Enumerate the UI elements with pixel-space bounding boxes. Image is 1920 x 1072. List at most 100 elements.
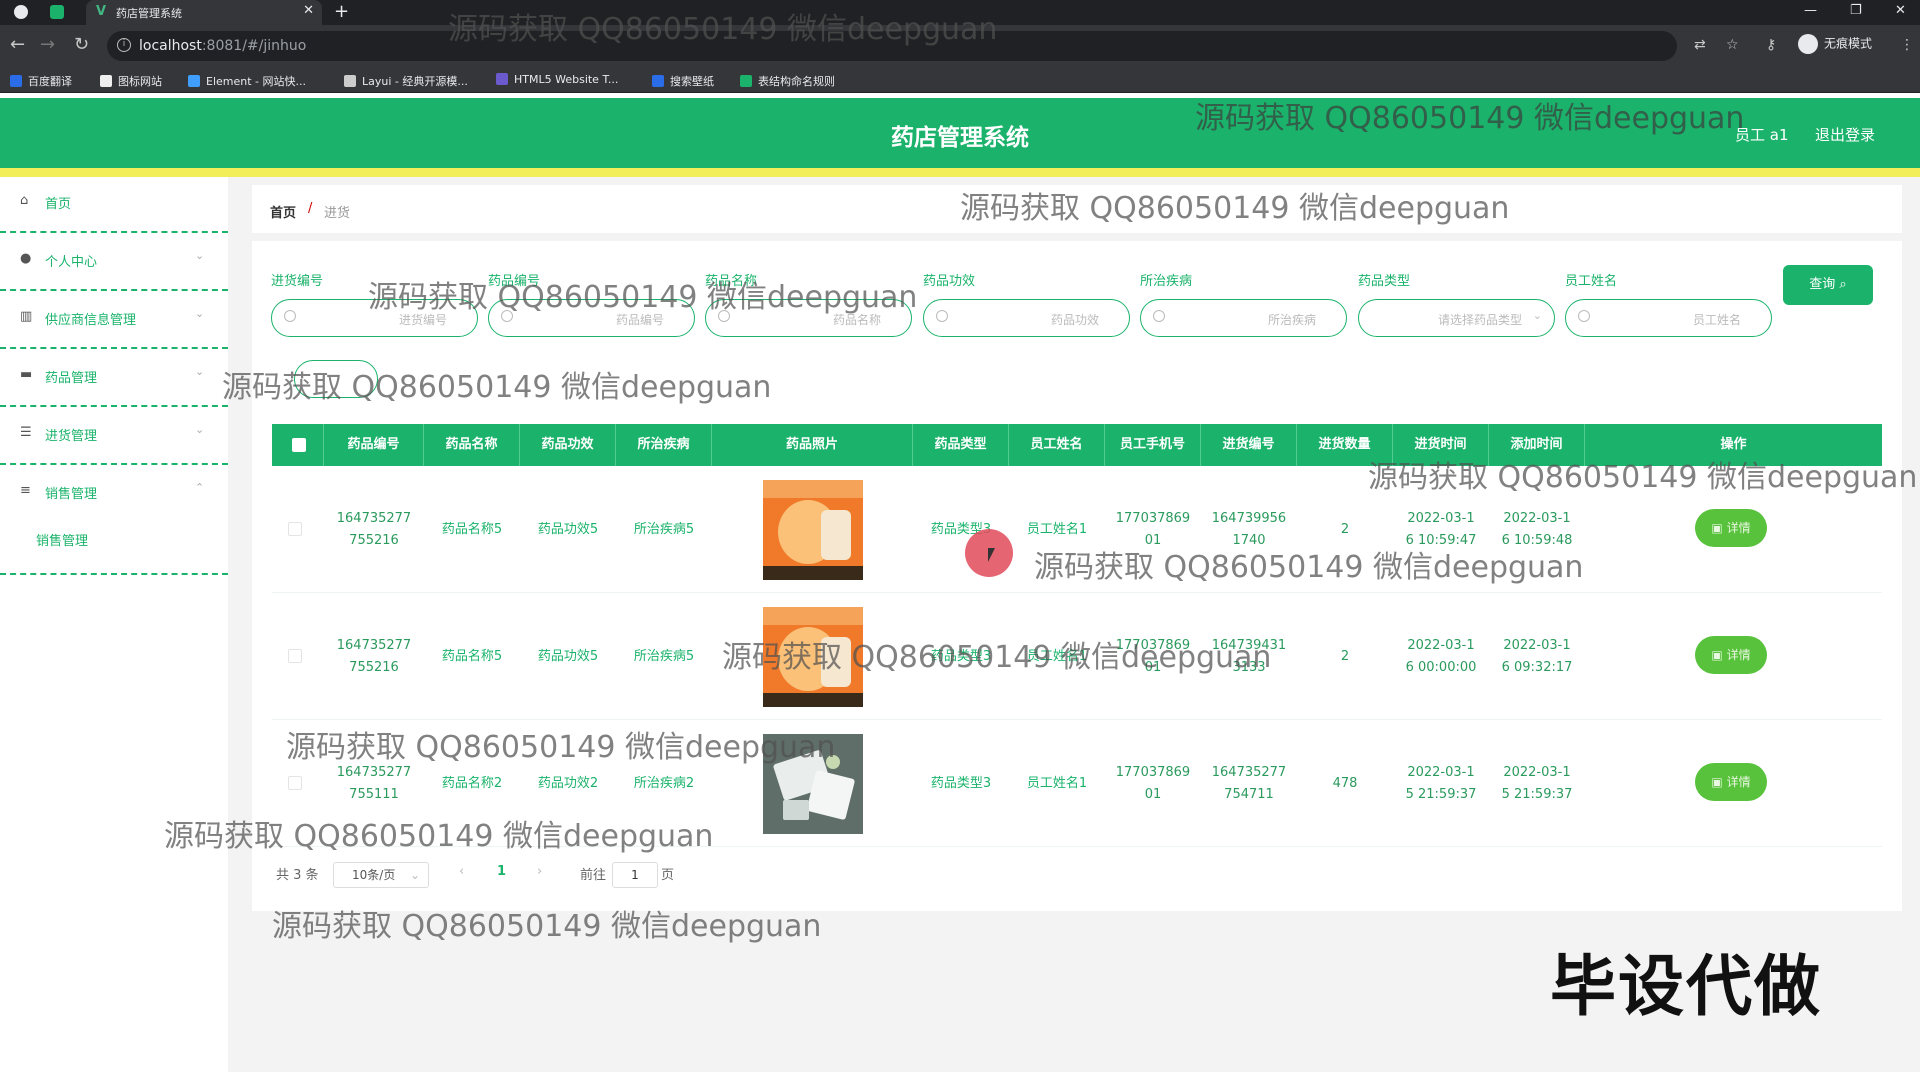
cell-code: 164735277 755111 [336, 764, 412, 802]
chevron-down-icon: ⌄ [195, 307, 205, 320]
sidebar-item-sales[interactable]: ≡ 销售管理 ⌃ 销售管理 [0, 467, 228, 575]
tab-title: 药店管理系统 [116, 7, 182, 20]
sidebar-item-home[interactable]: ⌂ 首页 [0, 177, 228, 233]
translate-icon[interactable]: ⇄ [1694, 37, 1706, 53]
browser-menu-icon[interactable]: ⋮ [1900, 37, 1914, 53]
prev-page-button[interactable]: ‹ [459, 864, 464, 879]
column-header[interactable]: 员工手机号 [1105, 424, 1201, 466]
restore-button[interactable]: ❐ [1850, 3, 1862, 18]
reload-icon[interactable]: ↻ [74, 34, 89, 55]
medicine-photo[interactable] [762, 479, 863, 580]
row-checkbox[interactable] [288, 522, 302, 536]
column-header[interactable]: 药品功效 [520, 424, 616, 466]
bookmark-item[interactable]: Layui - 经典开源模... [344, 73, 468, 89]
close-window-button[interactable]: ✕ [1895, 3, 1906, 18]
cell-purchase-time: 2022-03-1 5 21:59:37 [1405, 764, 1477, 802]
cell-code: 164735277 755216 [336, 510, 412, 548]
bookmark-item[interactable]: 图标网站 [100, 73, 162, 89]
table-row[interactable]: 164735277 755111 药品名称2 药品功效2 所治疾病2 药品类型3… [272, 720, 1882, 847]
cell-effect: 药品功效2 [537, 775, 599, 791]
bookmark-item[interactable]: 百度翻译 [10, 73, 72, 89]
cell-qty: 478 [1332, 775, 1358, 791]
table-row[interactable]: 164735277 755216 药品名称5 药品功效5 所治疾病5 药品类型3… [272, 593, 1882, 720]
chrome-menu-icon[interactable] [14, 5, 28, 19]
sidebar-item-label: 药品管理 [45, 371, 98, 386]
incognito-indicator[interactable]: 无痕模式 [1798, 34, 1872, 58]
sidebar-item-medicine[interactable]: ▬ 药品管理 ⌄ [0, 351, 228, 407]
breadcrumb-home[interactable]: 首页 [270, 202, 296, 221]
bookmark-star-icon[interactable]: ☆ [1726, 37, 1739, 53]
medicine-name-input[interactable]: 药品名称 [705, 299, 912, 337]
sidebar: ⌂ 首页 ● 个人中心 ⌄ ▥ 供应商信息管理 ⌄ ▬ 药品管理 ⌄ ☰ 进货管… [0, 177, 228, 1072]
url-input[interactable]: i localhost:8081/#/jinhuo [107, 31, 1677, 61]
bookmark-item[interactable]: 表结构命名规则 [740, 73, 835, 89]
list-icon: ☰ [20, 425, 32, 440]
sidebar-item-label: 首页 [45, 197, 72, 212]
current-user[interactable]: 员工 a1 [1735, 124, 1789, 145]
forward-icon[interactable]: → [40, 34, 55, 55]
column-header[interactable]: 药品编号 [324, 424, 424, 466]
chevron-down-icon: ⌄ [409, 868, 420, 882]
back-icon[interactable]: ← [10, 34, 25, 55]
column-header[interactable]: 进货数量 [1297, 424, 1393, 466]
medicine-photo[interactable] [762, 733, 863, 834]
goto-label: 前往 [580, 868, 607, 883]
select-all-checkbox[interactable] [292, 438, 306, 452]
bookmark-item[interactable]: Element - 网站快... [188, 73, 306, 89]
detail-button[interactable]: ▣ 详情 [1695, 763, 1767, 801]
cell-employee: 员工姓名1 [1026, 648, 1088, 664]
type-select[interactable]: 请选择药品类型 ⌄ [1358, 299, 1555, 337]
logout-button[interactable]: 退出登录 [1815, 124, 1875, 145]
query-button[interactable]: 查询 ⌕ [1783, 265, 1873, 305]
browser-tab-active[interactable]: V 药店管理系统 ✕ [86, 0, 322, 25]
key-icon[interactable]: ⚷ [1766, 37, 1776, 53]
action-pill-button[interactable] [294, 360, 378, 398]
new-tab-button[interactable]: + [334, 1, 349, 22]
pagination-total: 共 3 条 [276, 868, 319, 883]
browser-tab-bar: V 药店管理系统 ✕ + — ❐ ✕ [0, 0, 1920, 25]
cell-name: 药品名称2 [441, 775, 503, 791]
sidebar-item-profile[interactable]: ● 个人中心 ⌄ [0, 235, 228, 291]
search-icon [501, 310, 513, 322]
mouse-cursor-icon [988, 548, 995, 562]
column-header[interactable]: 添加时间 [1489, 424, 1585, 466]
cell-purchase-no: 164735277 754711 [1211, 764, 1287, 802]
page-size-select[interactable]: 10条/页 ⌄ [333, 862, 429, 888]
page-number-current[interactable]: 1 [497, 864, 506, 879]
column-header[interactable]: 药品类型 [913, 424, 1009, 466]
tab-close-icon[interactable]: ✕ [303, 3, 314, 18]
employee-name-input[interactable]: 员工姓名 [1565, 299, 1772, 337]
url-path: :8081/#/jinhuo [201, 38, 307, 54]
column-header[interactable]: 进货时间 [1393, 424, 1489, 466]
minimize-button[interactable]: — [1804, 3, 1817, 18]
goto-page-input[interactable]: 1 [612, 862, 658, 888]
disease-input[interactable]: 所治疾病 [1140, 299, 1347, 337]
column-header[interactable]: 药品名称 [424, 424, 520, 466]
medicine-photo[interactable] [762, 606, 863, 707]
pinned-tab-icon[interactable] [50, 5, 64, 19]
bookmark-item[interactable]: 搜索壁纸 [652, 73, 714, 89]
detail-button[interactable]: ▣ 详情 [1695, 509, 1767, 547]
sidebar-item-supplier[interactable]: ▥ 供应商信息管理 ⌄ [0, 293, 228, 349]
cell-purchase-time: 2022-03-1 6 10:59:47 [1405, 510, 1477, 548]
column-header[interactable]: 药品照片 [712, 424, 913, 466]
site-info-icon[interactable]: i [117, 38, 131, 52]
table-row[interactable]: 164735277 755216 药品名称5 药品功效5 所治疾病5 药品类型3… [272, 466, 1882, 593]
row-checkbox[interactable] [288, 649, 302, 663]
next-page-button[interactable]: › [537, 864, 542, 879]
cell-code: 164735277 755216 [336, 637, 412, 675]
column-header[interactable]: 所治疾病 [616, 424, 712, 466]
monitor-icon: ▬ [20, 367, 33, 382]
bookmark-favicon-icon [10, 75, 22, 87]
medicine-no-input[interactable]: 药品编号 [488, 299, 695, 337]
bookmark-item[interactable]: HTML5 Website T... [496, 73, 618, 86]
sidebar-item-purchase[interactable]: ☰ 进货管理 ⌄ [0, 409, 228, 465]
cell-qty: 2 [1340, 648, 1350, 664]
column-header[interactable]: 员工姓名 [1009, 424, 1105, 466]
column-header[interactable]: 进货编号 [1201, 424, 1297, 466]
purchase-no-input[interactable]: 进货编号 [271, 299, 478, 337]
detail-button[interactable]: ▣ 详情 [1695, 636, 1767, 674]
effect-input[interactable]: 药品功效 [923, 299, 1130, 337]
sidebar-subitem-sales[interactable]: 销售管理 [36, 530, 88, 549]
row-checkbox[interactable] [288, 776, 302, 790]
